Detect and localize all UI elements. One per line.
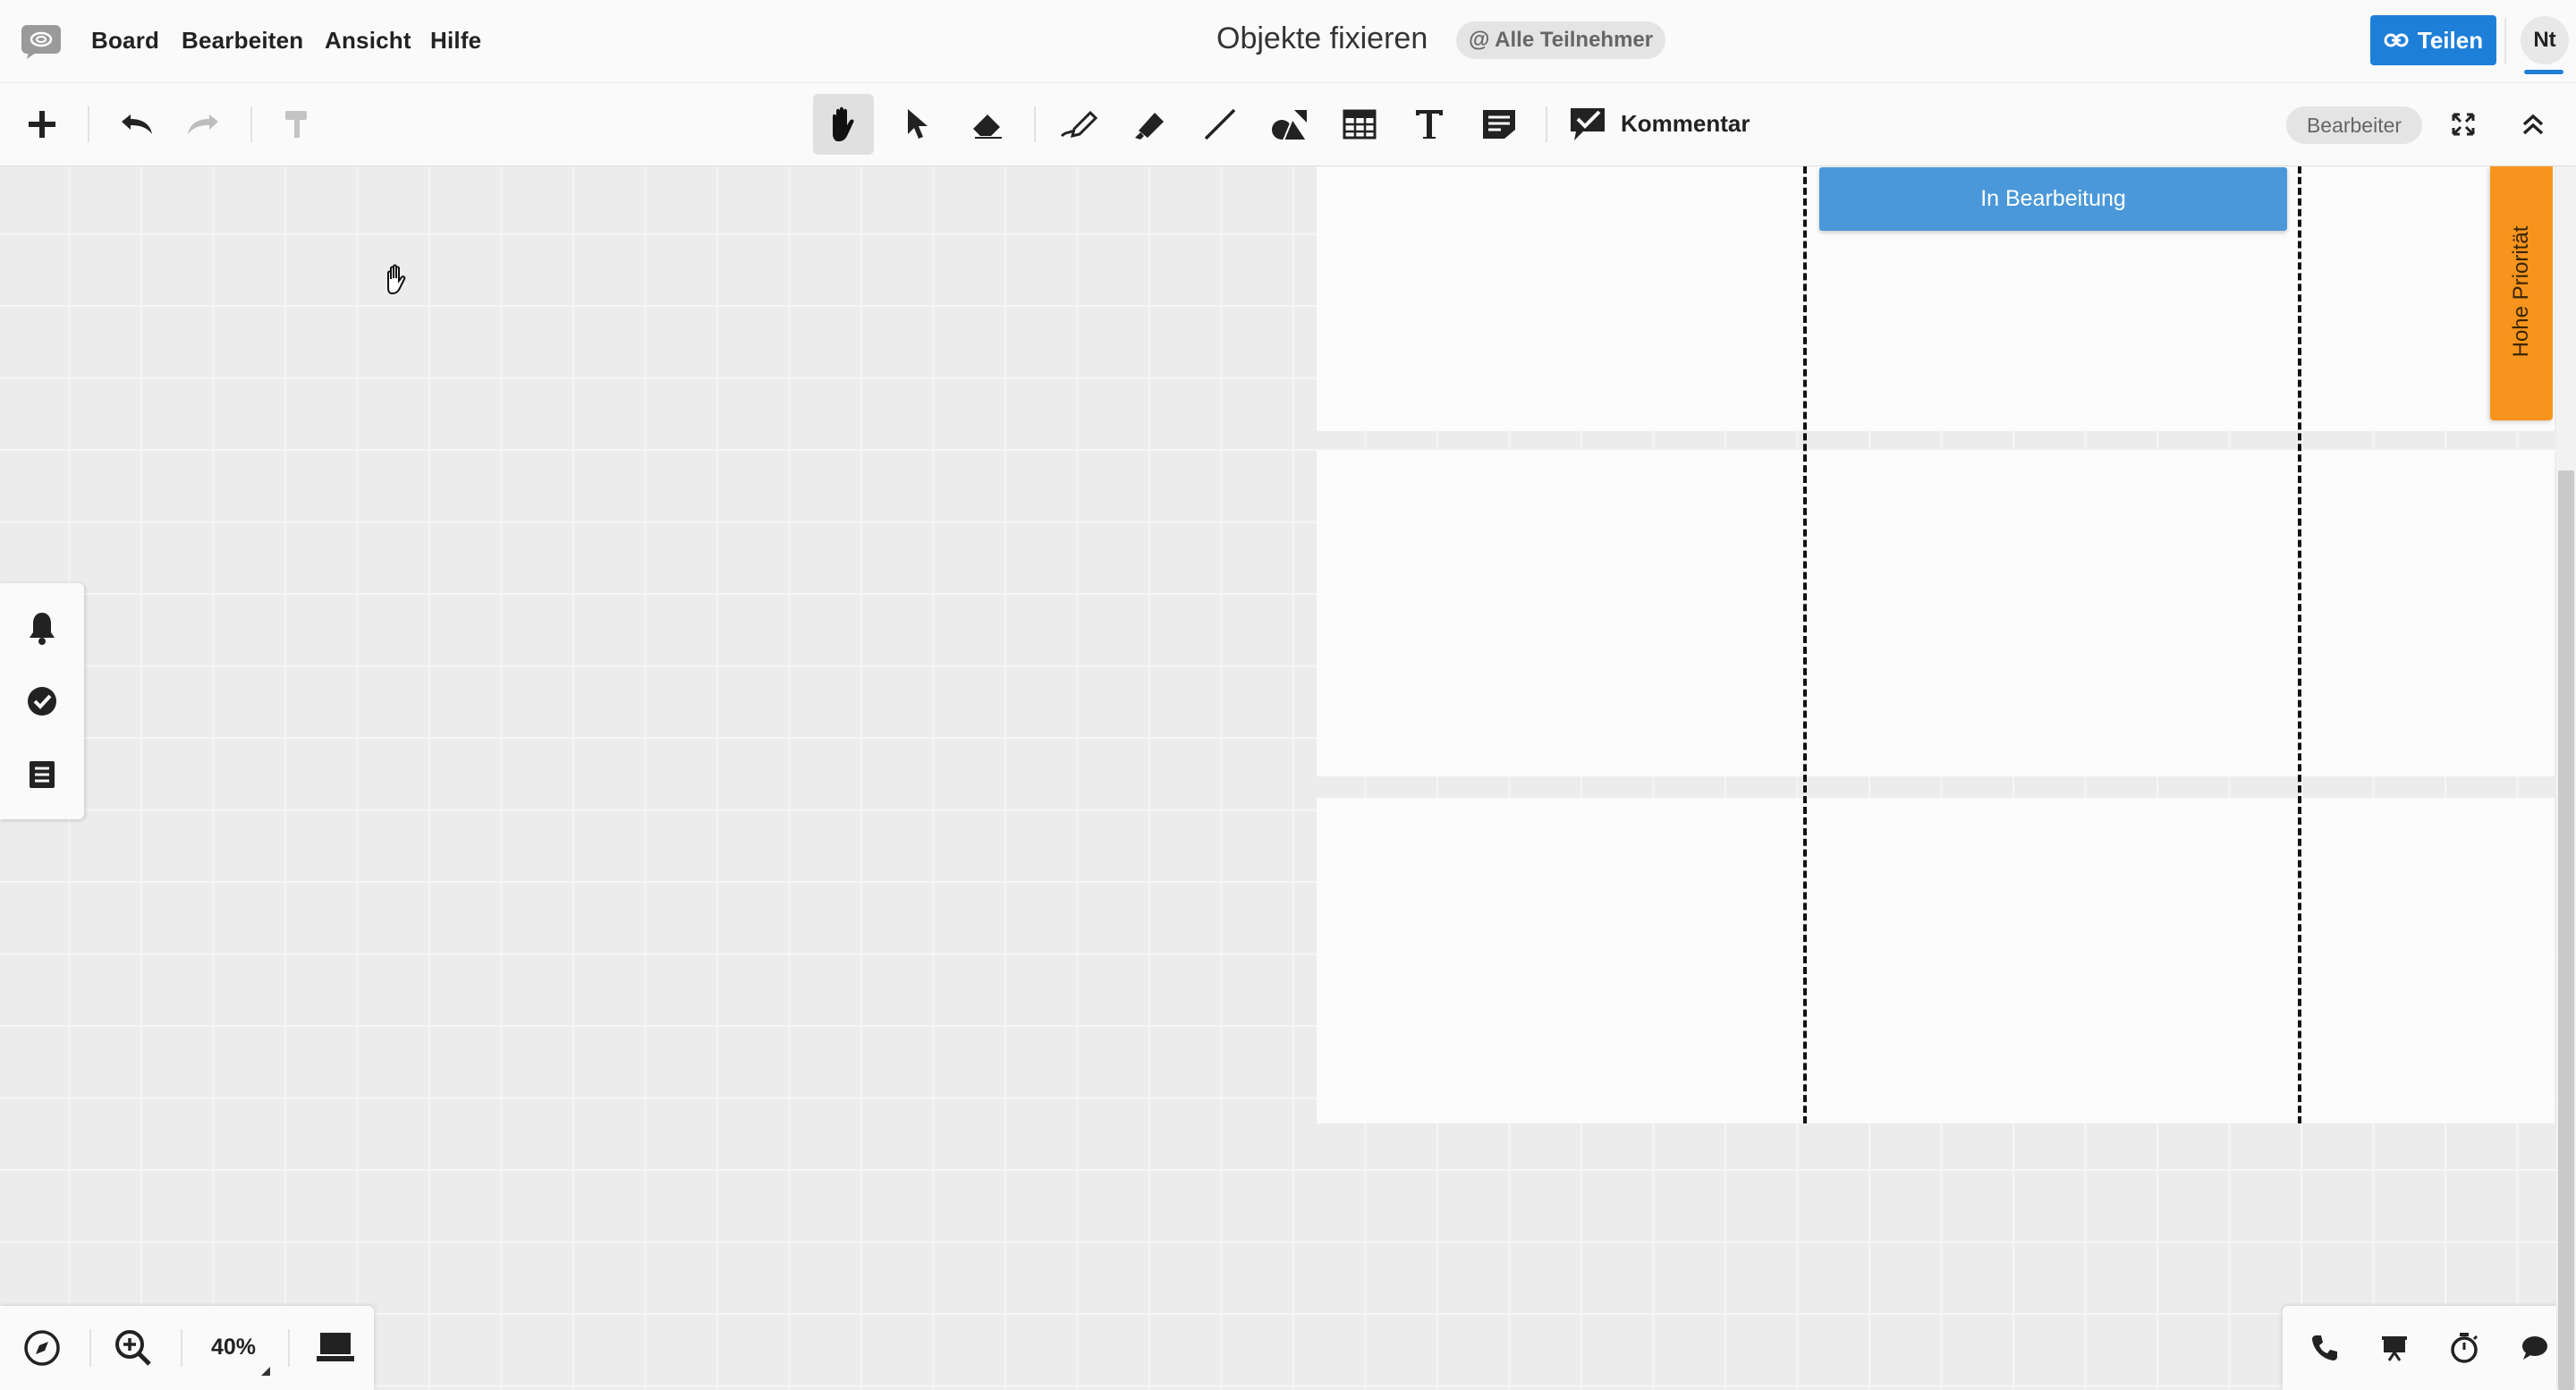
share-button[interactable]: Teilen: [2370, 15, 2496, 65]
presentation-icon[interactable]: [2372, 1326, 2417, 1370]
eraser-icon[interactable]: [957, 94, 1018, 155]
board-row-2: [1317, 451, 2555, 776]
priority-tab[interactable]: Hohe Priorität: [2490, 166, 2553, 420]
menu-bar: Board Bearbeiten Ansicht Hilfe Objekte f…: [0, 0, 2576, 82]
pointer-icon[interactable]: [887, 94, 948, 155]
priority-label: Hohe Priorität: [2509, 225, 2533, 358]
highlighter-icon[interactable]: [1120, 94, 1181, 155]
menu-board[interactable]: Board: [91, 27, 159, 55]
list-icon[interactable]: [21, 753, 64, 796]
app-logo-icon[interactable]: [20, 23, 63, 61]
board-row-3: [1317, 798, 2555, 1123]
toolbar-separator: [1034, 106, 1036, 142]
bottom-separator: [181, 1329, 182, 1367]
fullscreen-icon[interactable]: [2433, 94, 2494, 155]
zoom-dropdown-caret[interactable]: [261, 1367, 270, 1376]
comment-icon[interactable]: [1558, 94, 1619, 155]
bottom-right-bar: [2283, 1306, 2556, 1390]
bottom-separator: [89, 1329, 91, 1367]
column-divider-dashed: [1803, 166, 1807, 1123]
table-icon[interactable]: [1329, 94, 1390, 155]
comment-label[interactable]: Kommentar: [1621, 110, 1750, 138]
column-divider-dashed: [2298, 166, 2301, 1123]
status-card[interactable]: In Bearbeitung: [1819, 167, 2287, 231]
bottom-separator: [288, 1329, 290, 1367]
text-icon[interactable]: [1399, 94, 1460, 155]
bell-icon[interactable]: [21, 606, 64, 649]
phone-icon[interactable]: [2302, 1326, 2347, 1370]
add-icon[interactable]: [12, 94, 72, 155]
scrollbar-thumb[interactable]: [2558, 470, 2574, 1390]
undo-icon[interactable]: [106, 94, 166, 155]
line-icon[interactable]: [1190, 94, 1250, 155]
format-painter-icon[interactable]: [267, 94, 327, 155]
zoom-level[interactable]: 40%: [211, 1335, 256, 1360]
toolbar-separator: [250, 106, 252, 142]
board-title[interactable]: Objekte fixieren: [1216, 21, 1428, 56]
menu-hilfe[interactable]: Hilfe: [430, 27, 481, 55]
check-circle-icon[interactable]: [21, 680, 64, 723]
menu-bearbeiten[interactable]: Bearbeiten: [182, 27, 303, 55]
toolbar-separator: [1546, 106, 1547, 142]
user-avatar[interactable]: Nt: [2521, 16, 2569, 64]
sticky-note-icon[interactable]: [1469, 94, 1530, 155]
shapes-icon[interactable]: [1259, 94, 1320, 155]
hand-cursor-icon: [379, 261, 415, 297]
bottom-left-bar: 40%: [0, 1306, 374, 1390]
chat-icon[interactable]: [2512, 1326, 2556, 1370]
menu-ansicht[interactable]: Ansicht: [325, 27, 411, 55]
timer-icon[interactable]: [2442, 1326, 2487, 1370]
menubar-divider: [2504, 18, 2506, 64]
redo-icon[interactable]: [174, 94, 234, 155]
toolbar-separator: [88, 106, 89, 142]
hand-icon[interactable]: [813, 94, 874, 155]
editor-mode-pill[interactable]: Bearbeiter: [2286, 106, 2422, 144]
presentation-screen-icon[interactable]: [313, 1326, 358, 1370]
avatar-online-indicator: [2524, 70, 2563, 74]
side-panel: [0, 583, 84, 819]
zoom-in-icon[interactable]: [111, 1326, 156, 1370]
toolbar: Kommentar Bearbeiter: [0, 82, 2576, 165]
link-icon: [2384, 31, 2409, 49]
pen-icon[interactable]: [1048, 94, 1109, 155]
audience-badge[interactable]: @ Alle Teilnehmer: [1456, 21, 1666, 59]
compass-icon[interactable]: [20, 1326, 64, 1370]
collapse-toolbar-icon[interactable]: [2503, 94, 2563, 155]
share-label: Teilen: [2417, 26, 2484, 54]
